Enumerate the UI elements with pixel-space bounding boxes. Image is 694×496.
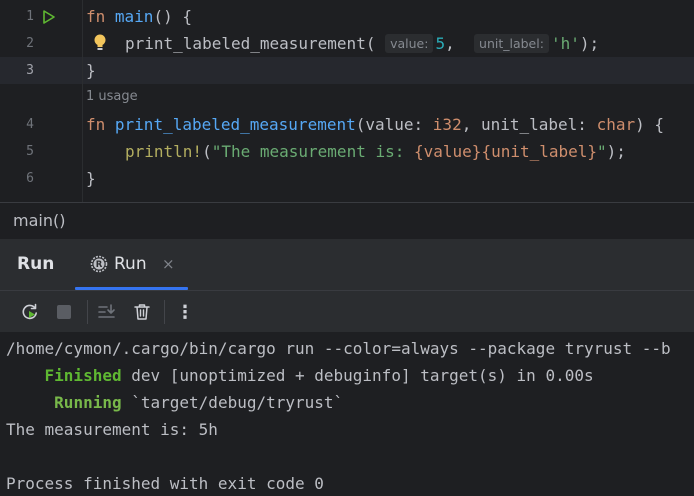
tab-label: Run: [114, 254, 147, 274]
svg-text:R: R: [96, 260, 103, 270]
more-vertical-icon[interactable]: ⋮: [173, 300, 197, 324]
console-exit-line: Process finished with exit code 0: [6, 474, 324, 493]
code-line-5[interactable]: 5 println!("The measurement is: {value}{…: [0, 138, 694, 165]
lightbulb-icon[interactable]: [93, 33, 107, 53]
usage-hint[interactable]: 1 usage: [86, 89, 138, 104]
line-number[interactable]: 4: [0, 111, 34, 138]
code-line-1[interactable]: 1 fn main() {: [0, 3, 694, 30]
run-console[interactable]: /home/cymon/.cargo/bin/cargo run --color…: [0, 332, 694, 496]
code-text: }: [86, 169, 96, 188]
clear-all-button[interactable]: [130, 300, 154, 324]
parameter-hint: unit_label:: [474, 34, 549, 53]
code-text: fn main() {: [86, 7, 192, 26]
line-number[interactable]: 6: [0, 165, 34, 192]
breadcrumb-item[interactable]: main(): [13, 211, 65, 230]
run-toolbar: ⋮: [0, 290, 694, 332]
trash-icon: [134, 304, 150, 320]
line-number[interactable]: 1: [0, 3, 34, 30]
code-editor[interactable]: 1 fn main() { 2 print_labeled_measuremen…: [0, 0, 694, 202]
code-text: fn print_labeled_measurement(value: i32,…: [86, 115, 664, 134]
code-text: }: [86, 61, 96, 80]
console-command-line: /home/cymon/.cargo/bin/cargo run --color…: [6, 339, 671, 358]
rerun-button[interactable]: [18, 300, 42, 324]
console-line: Finished dev [unoptimized + debuginfo] t…: [44, 366, 594, 385]
line-number[interactable]: 2: [0, 30, 34, 57]
scroll-to-end-button[interactable]: [95, 300, 119, 324]
rust-icon: R: [90, 255, 108, 273]
close-icon[interactable]: ×: [162, 255, 175, 273]
tool-window-title: Run: [17, 254, 55, 274]
code-line-6[interactable]: 6 }: [0, 165, 694, 192]
tab-run[interactable]: R Run ×: [75, 239, 188, 291]
toolbar-separator: [164, 300, 165, 324]
stop-button[interactable]: [52, 300, 76, 324]
code-text: println!("The measurement is: {value}{un…: [125, 142, 626, 161]
line-number[interactable]: 5: [0, 138, 34, 165]
run-gutter-icon[interactable]: [42, 10, 56, 24]
code-text: print_labeled_measurement( value: 5, unit…: [125, 34, 600, 53]
code-line-3[interactable]: 3 }: [0, 57, 694, 84]
breadcrumb-bar: main(): [0, 202, 694, 238]
code-line-2[interactable]: 2 print_labeled_measurement( value: 5, un…: [0, 30, 694, 57]
console-output-line: The measurement is: 5h: [6, 420, 218, 439]
code-line-4[interactable]: 4 fn print_labeled_measurement(value: i3…: [0, 111, 694, 138]
line-number[interactable]: 3: [0, 57, 34, 84]
run-tool-window-header: Run R Run ×: [0, 238, 694, 290]
toolbar-separator: [87, 300, 88, 324]
parameter-hint: value:: [385, 34, 434, 53]
stop-icon: [57, 305, 71, 319]
rerun-icon: [22, 303, 37, 320]
scroll-to-end-icon: [98, 304, 115, 318]
console-line: Running `target/debug/tryrust`: [54, 393, 344, 412]
